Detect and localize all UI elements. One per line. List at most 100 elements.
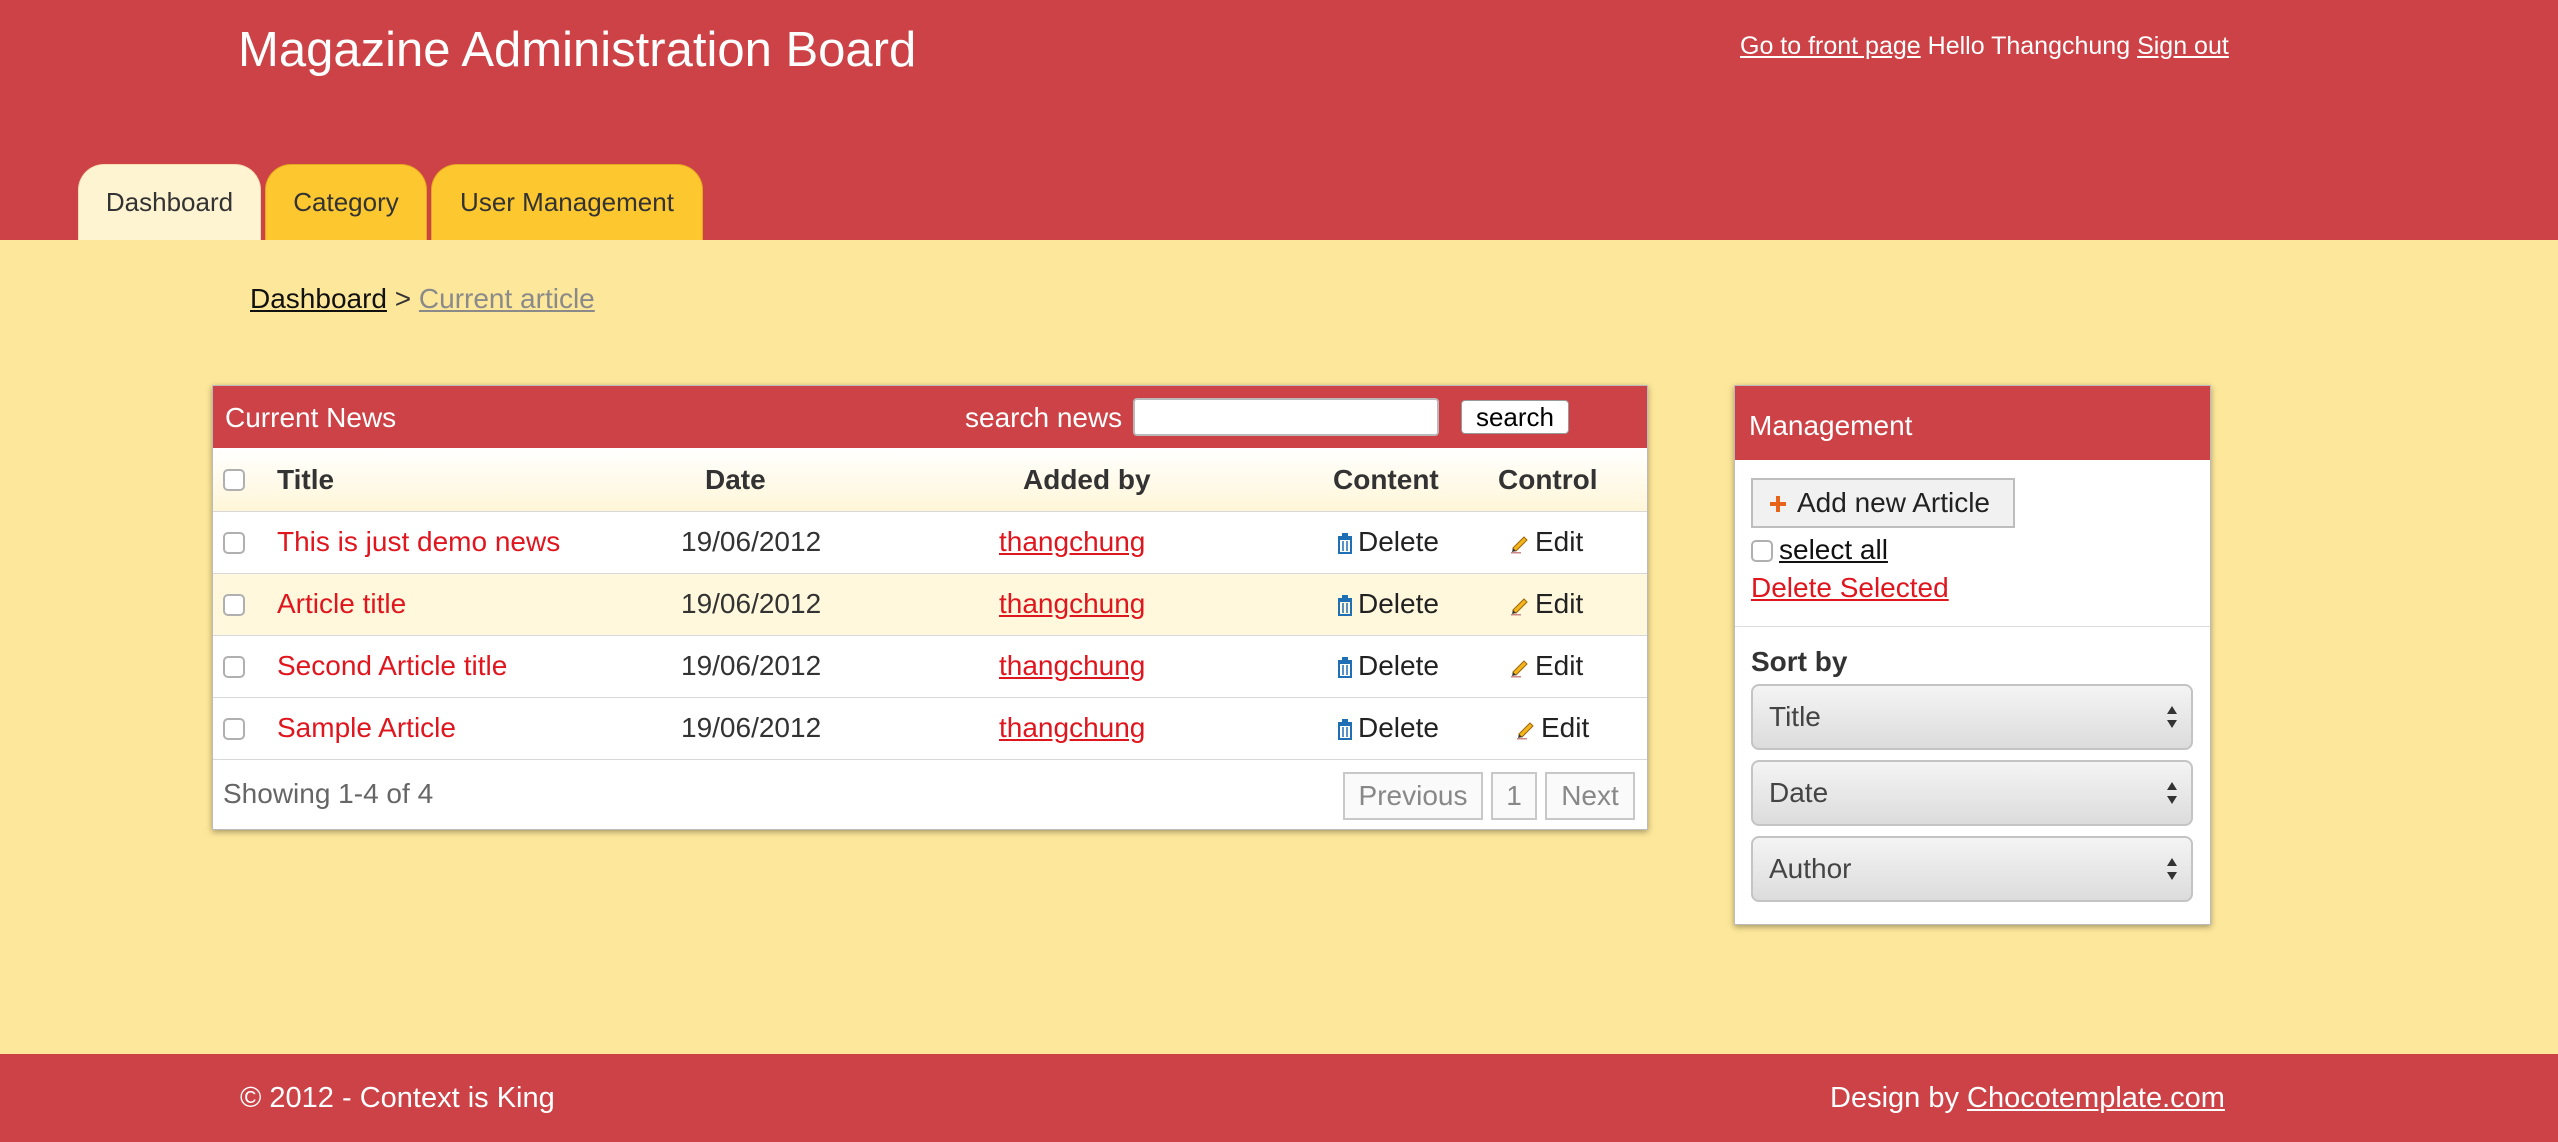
select-all-checkbox[interactable] bbox=[1751, 540, 1773, 562]
tab-category[interactable]: Category bbox=[265, 164, 427, 240]
management-title: Management bbox=[1735, 386, 2210, 460]
next-page-button[interactable]: Next bbox=[1545, 772, 1635, 820]
pencil-icon bbox=[1511, 660, 1528, 678]
edit-link[interactable]: Edit bbox=[1509, 588, 1583, 620]
delete-link[interactable]: Delete bbox=[1336, 650, 1439, 682]
sort-select-date[interactable]: Date bbox=[1751, 760, 2193, 826]
article-date: 19/06/2012 bbox=[681, 588, 822, 619]
delete-label: Delete bbox=[1358, 650, 1439, 681]
edit-link[interactable]: Edit bbox=[1515, 712, 1589, 744]
pencil-icon bbox=[1517, 722, 1534, 740]
footer: © 2012 - Context is King Design by Choco… bbox=[0, 1054, 2558, 1142]
search-button[interactable]: search bbox=[1461, 400, 1569, 434]
sort-select-author[interactable]: Author bbox=[1751, 836, 2193, 902]
article-title-link[interactable]: This is just demo news bbox=[277, 526, 560, 558]
delete-link[interactable]: Delete bbox=[1336, 526, 1439, 558]
column-title: Title bbox=[277, 464, 335, 495]
column-date: Date bbox=[705, 464, 766, 495]
previous-page-button[interactable]: Previous bbox=[1343, 772, 1483, 820]
sort-select-value: Author bbox=[1769, 853, 1852, 884]
search-label: search news bbox=[965, 402, 1123, 433]
breadcrumb-current-link[interactable]: Current article bbox=[419, 283, 595, 314]
delete-label: Delete bbox=[1358, 526, 1439, 557]
add-article-button[interactable]: Add new Article bbox=[1751, 478, 2015, 528]
author-link[interactable]: thangchung bbox=[999, 588, 1145, 620]
greeting: Hello Thangchung bbox=[1927, 32, 2131, 60]
sort-arrows-icon bbox=[2167, 706, 2177, 728]
table-row: Second Article title 19/06/2012 thangchu… bbox=[213, 636, 1647, 698]
row-checkbox[interactable] bbox=[223, 594, 245, 616]
sign-out-link[interactable]: Sign out bbox=[2137, 32, 2229, 60]
author-link[interactable]: thangchung bbox=[999, 526, 1145, 558]
news-panel-header: Current News search news search bbox=[213, 386, 1647, 448]
plus-icon bbox=[1770, 496, 1786, 512]
trash-icon bbox=[1338, 595, 1352, 616]
design-credit-link[interactable]: Chocotemplate.com bbox=[1967, 1082, 2225, 1114]
article-date: 19/06/2012 bbox=[681, 712, 822, 743]
delete-link[interactable]: Delete bbox=[1336, 712, 1439, 744]
column-added-by: Added by bbox=[1023, 464, 1151, 495]
design-credit: Design by Chocotemplate.com bbox=[1830, 1082, 2225, 1115]
delete-label: Delete bbox=[1358, 712, 1439, 743]
row-checkbox[interactable] bbox=[223, 718, 245, 740]
edit-label: Edit bbox=[1535, 526, 1584, 557]
edit-label: Edit bbox=[1535, 650, 1584, 681]
front-page-link[interactable]: Go to front page bbox=[1740, 32, 1921, 60]
table-row: Sample Article 19/06/2012 thangchung Del… bbox=[213, 698, 1647, 760]
breadcrumb-home-link[interactable]: Dashboard bbox=[250, 283, 387, 314]
search-input[interactable] bbox=[1133, 398, 1439, 436]
design-by-label: Design by bbox=[1830, 1082, 1959, 1114]
article-title-link[interactable]: Article title bbox=[277, 588, 406, 620]
row-checkbox[interactable] bbox=[223, 532, 245, 554]
edit-link[interactable]: Edit bbox=[1509, 650, 1583, 682]
delete-selected-link[interactable]: Delete Selected bbox=[1751, 572, 1949, 604]
divider bbox=[1735, 626, 2210, 627]
select-all-control: select all bbox=[1751, 534, 1888, 566]
add-article-label: Add new Article bbox=[1797, 487, 1990, 518]
pencil-icon bbox=[1511, 536, 1528, 554]
breadcrumb: Dashboard > Current article bbox=[250, 283, 595, 315]
sort-select-title[interactable]: Title bbox=[1751, 684, 2193, 750]
sort-arrows-icon bbox=[2167, 858, 2177, 880]
header: Magazine Administration Board Go to fron… bbox=[0, 0, 2558, 240]
article-title-link[interactable]: Sample Article bbox=[277, 712, 456, 744]
delete-link[interactable]: Delete bbox=[1336, 588, 1439, 620]
news-panel-title: Current News bbox=[225, 402, 397, 433]
edit-label: Edit bbox=[1541, 712, 1590, 743]
pencil-icon bbox=[1511, 598, 1528, 616]
sort-select-value: Date bbox=[1769, 777, 1829, 808]
trash-icon bbox=[1338, 719, 1352, 740]
table-row: Article title 19/06/2012 thangchung Dele… bbox=[213, 574, 1647, 636]
select-all-rows-checkbox[interactable] bbox=[223, 469, 245, 491]
sort-select-value: Title bbox=[1769, 701, 1821, 732]
sort-arrows-icon bbox=[2167, 782, 2177, 804]
author-link[interactable]: thangchung bbox=[999, 650, 1145, 682]
article-title-link[interactable]: Second Article title bbox=[277, 650, 507, 682]
site-title: Magazine Administration Board bbox=[238, 23, 917, 77]
article-date: 19/06/2012 bbox=[681, 526, 822, 557]
author-link[interactable]: thangchung bbox=[999, 712, 1145, 744]
current-news-panel: Current News search news search Title Da… bbox=[212, 385, 1648, 830]
column-control: Control bbox=[1498, 464, 1598, 495]
table-header: Title Date Added by Content Control bbox=[213, 448, 1647, 512]
tab-dashboard[interactable]: Dashboard bbox=[78, 164, 261, 240]
edit-label: Edit bbox=[1535, 588, 1584, 619]
row-checkbox[interactable] bbox=[223, 656, 245, 678]
select-all-link[interactable]: select all bbox=[1779, 534, 1888, 565]
delete-label: Delete bbox=[1358, 588, 1439, 619]
edit-link[interactable]: Edit bbox=[1509, 526, 1583, 558]
tab-bar: Dashboard Category User Management bbox=[78, 164, 707, 240]
management-panel: Management Add new Article select all De… bbox=[1734, 385, 2211, 925]
article-date: 19/06/2012 bbox=[681, 650, 822, 681]
copyright-text: © 2012 - Context is King bbox=[240, 1082, 555, 1114]
trash-icon bbox=[1338, 533, 1352, 554]
page-1-button[interactable]: 1 bbox=[1491, 772, 1537, 820]
showing-count: Showing 1-4 of 4 bbox=[223, 778, 434, 809]
table-row: This is just demo news 19/06/2012 thangc… bbox=[213, 512, 1647, 574]
breadcrumb-separator: > bbox=[394, 283, 412, 314]
sort-by-label: Sort by bbox=[1751, 646, 1848, 677]
column-content: Content bbox=[1333, 464, 1439, 495]
trash-icon bbox=[1338, 657, 1352, 678]
tab-user-management[interactable]: User Management bbox=[431, 164, 703, 240]
top-links: Go to front page Hello Thangchung Sign o… bbox=[1740, 32, 2229, 61]
